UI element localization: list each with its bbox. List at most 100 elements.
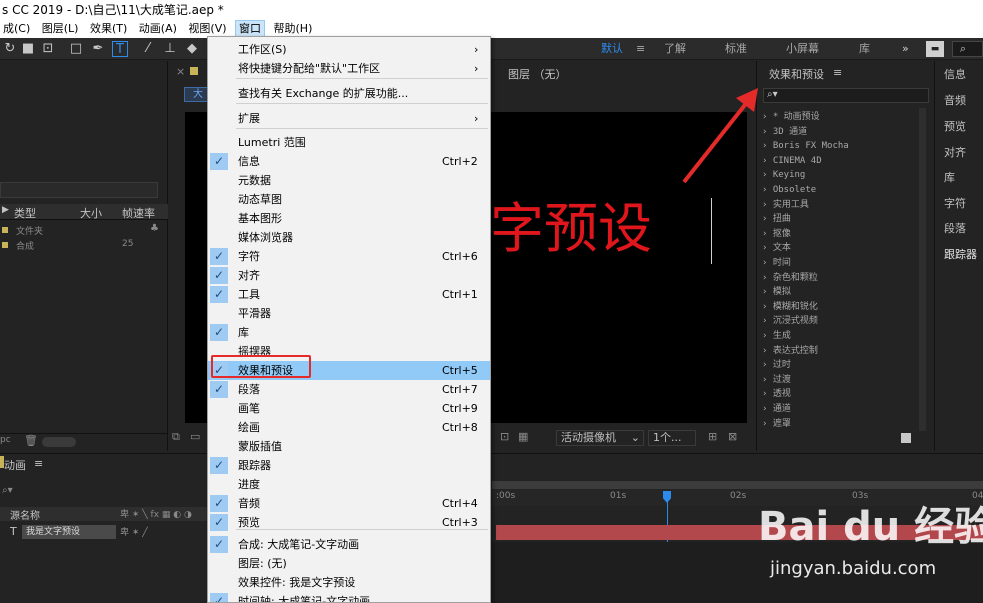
work-area-bar[interactable]	[492, 481, 983, 489]
effects-category-item[interactable]: › 通道	[762, 402, 918, 417]
effects-category-item[interactable]: › CINEMA 4D	[762, 154, 918, 169]
effects-category-item[interactable]: › 抠像	[762, 227, 918, 242]
effects-search-input[interactable]: ⌕▾	[763, 88, 929, 103]
table-row[interactable]: 合成 25	[0, 238, 168, 253]
menu-item[interactable]: ✓ 库	[208, 323, 490, 342]
workspace-learn[interactable]: 了解	[664, 41, 686, 57]
side-panel-tab[interactable]: 跟踪器	[944, 246, 977, 262]
project-search-input[interactable]	[0, 182, 158, 198]
col-type[interactable]: 类型	[14, 205, 36, 221]
menu-item[interactable]: 扩展 ›	[208, 109, 490, 128]
effects-category-item[interactable]: › Keying	[762, 168, 918, 183]
workspace-standard[interactable]: 标准	[725, 41, 747, 57]
menu-item[interactable]: ✓ 时间轴: 大成笔记-文字动画	[208, 592, 490, 602]
effects-category-item[interactable]: › 遮罩	[762, 417, 918, 432]
menu-item[interactable]: ✓ 对齐	[208, 266, 490, 285]
menu-item[interactable]: 平滑器	[208, 304, 490, 323]
effects-category-item[interactable]: › 过时	[762, 358, 918, 373]
effects-category-item[interactable]: › 时间	[762, 256, 918, 271]
thumbnail-zoom-slider[interactable]	[42, 437, 76, 447]
workspace-overflow-icon[interactable]: »	[902, 41, 909, 57]
keyboard-icon[interactable]: ▬	[926, 41, 944, 57]
workspace-library[interactable]: 库	[859, 41, 870, 57]
menu-item[interactable]: 工作区(S) ›	[208, 40, 490, 59]
close-icon[interactable]: ×	[176, 65, 185, 78]
side-panel-tab[interactable]: 音频	[944, 92, 966, 108]
effects-category-item[interactable]: › 3D 通道	[762, 125, 918, 140]
reset-exposure-icon[interactable]: ⊠	[728, 430, 737, 443]
clone-stamp-tool-icon[interactable]: ⊥	[162, 41, 178, 57]
menu-item[interactable]: ✓ 工具 Ctrl+1	[208, 285, 490, 304]
search-icon[interactable]: ⌕▾	[2, 485, 13, 496]
menu-composition[interactable]: 成(C)	[0, 20, 33, 38]
layer-panel-tab[interactable]: 图层 （无）	[508, 66, 567, 82]
effects-category-item[interactable]: › 模拟	[762, 285, 918, 300]
menu-item[interactable]: 基本图形	[208, 209, 490, 228]
fast-preview-icon[interactable]: ⊡	[500, 430, 509, 443]
menu-item[interactable]: ✓ 段落 Ctrl+7	[208, 380, 490, 399]
effects-category-item[interactable]: › 过渡	[762, 373, 918, 388]
workspace-default[interactable]: 默认	[601, 41, 623, 57]
effects-scrollbar[interactable]	[919, 108, 926, 431]
menu-item[interactable]: 蒙版插值	[208, 437, 490, 456]
rotate-tool-icon[interactable]: ↻	[2, 41, 18, 57]
canvas-text-layer[interactable]: 字预设	[490, 194, 652, 264]
col-fps[interactable]: 帧速率	[122, 205, 155, 221]
pan-behind-tool-icon[interactable]: ⊡	[40, 41, 56, 57]
workspace-small-screen[interactable]: 小屏幕	[786, 41, 819, 57]
menu-layer[interactable]: 图层(L)	[39, 20, 82, 38]
menu-item[interactable]: 效果控件: 我是文字预设	[208, 573, 490, 592]
side-panel-tab[interactable]: 段落	[944, 220, 966, 236]
new-preset-icon[interactable]	[901, 433, 911, 443]
display-icon[interactable]: ▭	[190, 430, 200, 443]
timeline-tab[interactable]: 动画	[4, 457, 26, 473]
panel-menu-icon[interactable]: ≡	[34, 457, 43, 470]
transparency-grid-icon[interactable]: ▦	[518, 430, 528, 443]
effects-category-item[interactable]: › 实用工具	[762, 198, 918, 213]
bpc-toggle[interactable]: pc	[0, 435, 11, 445]
effects-category-item[interactable]: › 文本	[762, 241, 918, 256]
menu-item[interactable]: 进度	[208, 475, 490, 494]
snapshot-icon[interactable]: ⧉	[172, 430, 180, 444]
effects-category-item[interactable]: › Boris FX Mocha	[762, 139, 918, 154]
col-size[interactable]: 大小	[80, 205, 102, 221]
effects-category-item[interactable]: › 表达式控制	[762, 344, 918, 359]
menu-item[interactable]: ✓ 音频 Ctrl+4	[208, 494, 490, 513]
side-panel-tab[interactable]: 对齐	[944, 144, 966, 160]
rectangle-tool-icon[interactable]: □	[68, 41, 84, 57]
type-tool-icon[interactable]: T	[112, 41, 128, 57]
menu-item[interactable]: 图层: (无)	[208, 554, 490, 573]
camera-tool-icon[interactable]: ■	[20, 41, 36, 57]
camera-select[interactable]: 活动摄像机 ⌄	[556, 430, 644, 446]
eraser-tool-icon[interactable]: ◆	[184, 41, 200, 57]
trash-icon[interactable]: 🗑	[24, 434, 38, 447]
effects-category-item[interactable]: › 透视	[762, 387, 918, 402]
layer-switches-icon[interactable]: 卑 ✶ ╱	[120, 525, 148, 538]
menu-effect[interactable]: 效果(T)	[87, 20, 130, 38]
menu-item[interactable]: 绘画 Ctrl+8	[208, 418, 490, 437]
workspace-menu-icon[interactable]: ≡	[636, 41, 645, 57]
side-panel-tab[interactable]: 库	[944, 169, 955, 185]
menu-item[interactable]: 画笔 Ctrl+9	[208, 399, 490, 418]
effects-category-item[interactable]: › 杂色和颗粒	[762, 271, 918, 286]
panel-menu-icon[interactable]: ≡	[833, 66, 842, 79]
effects-category-item[interactable]: › * 动画预设	[762, 110, 918, 125]
menu-item[interactable]: ✓ 预览 Ctrl+3	[208, 513, 490, 532]
menu-item[interactable]: ✓ 字符 Ctrl+6	[208, 247, 490, 266]
menu-item[interactable]: ✓ 跟踪器	[208, 456, 490, 475]
effects-category-item[interactable]: › 沉浸式视频	[762, 314, 918, 329]
brush-tool-icon[interactable]: ⁄	[140, 41, 156, 57]
menu-animation[interactable]: 动画(A)	[136, 20, 180, 38]
menu-item[interactable]: 将快捷键分配给"默认"工作区 ›	[208, 59, 490, 78]
menu-item[interactable]: Lumetri 范围	[208, 133, 490, 152]
views-select[interactable]: 1个...	[648, 430, 696, 446]
effects-category-item[interactable]: › 扭曲	[762, 212, 918, 227]
side-panel-tab[interactable]: 预览	[944, 118, 966, 134]
effects-category-item[interactable]: › 生成	[762, 329, 918, 344]
layer-name[interactable]: 我是文字预设	[22, 525, 116, 539]
menu-item[interactable]: ✓ 信息 Ctrl+2	[208, 152, 490, 171]
side-panel-tab[interactable]: 信息	[944, 66, 966, 82]
pen-tool-icon[interactable]: ✒	[90, 41, 106, 57]
effects-category-item[interactable]: › 模糊和锐化	[762, 300, 918, 315]
side-panel-tab[interactable]: 字符	[944, 195, 966, 211]
